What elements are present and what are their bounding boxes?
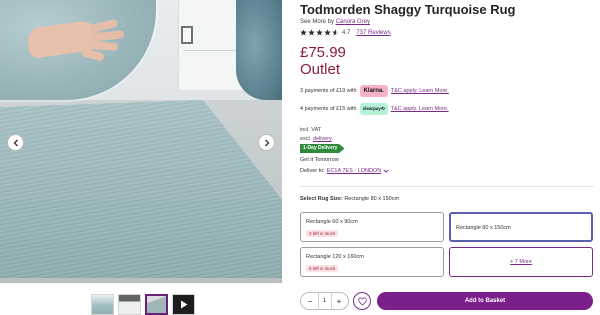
- vat-note: incl. VAT: [300, 127, 322, 133]
- size-option[interactable]: Rectangle 60 x 90cm 3 left in stock: [300, 212, 444, 242]
- play-icon: [181, 300, 188, 309]
- selected-size: Rectangle 80 x 150cm: [344, 196, 400, 202]
- rating-score: 4.7: [342, 29, 351, 36]
- clearpay-learn-more-link[interactable]: T&C apply. Learn More.: [391, 106, 449, 112]
- next-image-button[interactable]: [258, 134, 275, 151]
- quantity-value[interactable]: 1: [317, 292, 332, 310]
- more-sizes-label: + 7 More: [510, 259, 532, 265]
- klarna-text: 3 payments of £19 with: [300, 88, 357, 94]
- thumbnail-strip: [91, 294, 195, 315]
- favourite-button[interactable]: [353, 292, 371, 310]
- see-more-prefix: See More by: [300, 19, 335, 25]
- chevron-right-icon: [264, 139, 269, 146]
- add-to-basket-button[interactable]: Add to Basket: [377, 292, 593, 310]
- product-title: Todmorden Shaggy Turquoise Rug: [300, 2, 516, 17]
- thumbnail-image-selected[interactable]: [145, 294, 168, 315]
- thumbnail-image[interactable]: [118, 294, 141, 315]
- klarna-payment-row: 3 payments of £19 with Klarna. T&C apply…: [300, 85, 449, 97]
- size-label: Select Rug Size:: [300, 196, 343, 202]
- stock-badge: 3 left in stock: [306, 230, 339, 237]
- postcode-link[interactable]: EC1A 7ES - LONDON: [327, 168, 381, 174]
- quantity-stepper: − 1 +: [300, 292, 349, 310]
- clearpay-logo: clearpay⟲: [359, 103, 388, 115]
- one-day-delivery-badge: 1-Day Delivery: [300, 144, 345, 153]
- star-half-icon: [332, 29, 339, 36]
- increase-quantity-button[interactable]: +: [335, 297, 343, 306]
- size-option-name: Rectangle 120 x 160cm: [306, 254, 364, 260]
- size-option[interactable]: Rectangle 120 x 160cm 8 left in stock: [300, 247, 444, 277]
- product-main-image[interactable]: [0, 0, 282, 283]
- brand-link[interactable]: Canora Grey: [336, 19, 370, 25]
- decrease-quantity-button[interactable]: −: [306, 297, 314, 306]
- section-divider: [300, 186, 594, 187]
- excl-prefix: excl.: [300, 136, 312, 142]
- deliver-to-prefix: Deliver to:: [300, 168, 325, 174]
- delivery-estimate: Get it Tomorrow: [300, 157, 339, 163]
- thumbnail-video[interactable]: [172, 294, 195, 315]
- chevron-down-icon[interactable]: [383, 168, 389, 174]
- reviews-link[interactable]: 737 Reviews: [356, 30, 390, 36]
- brand-line: See More by Canora Grey: [300, 19, 370, 25]
- photo-chair: [236, 0, 282, 100]
- star-full-icon: [324, 29, 331, 36]
- outlet-label: Outlet: [300, 61, 341, 78]
- clearpay-text: 4 payments of £15 with: [300, 106, 357, 112]
- deliver-to-row: Deliver to: EC1A 7ES - LONDON: [300, 168, 389, 174]
- size-option-name: Rectangle 80 x 150cm: [456, 225, 511, 231]
- size-option-name: Rectangle 60 x 90cm: [306, 219, 358, 225]
- klarna-logo: Klarna.: [359, 85, 388, 97]
- photo-finger: [81, 48, 105, 62]
- heart-icon: [357, 296, 367, 305]
- stock-badge: 8 left in stock: [306, 265, 339, 272]
- clearpay-payment-row: 4 payments of £15 with clearpay⟲ T&C app…: [300, 103, 449, 115]
- star-full-icon: [308, 29, 315, 36]
- size-option-selected[interactable]: Rectangle 80 x 150cm: [449, 212, 593, 242]
- klarna-learn-more-link[interactable]: T&C apply. Learn More.: [391, 88, 449, 94]
- delivery-link[interactable]: delivery: [313, 136, 332, 142]
- size-label-row: Select Rug Size: Rectangle 80 x 150cm: [300, 196, 399, 202]
- product-image-gallery: [0, 0, 282, 283]
- star-full-icon: [300, 29, 307, 36]
- previous-image-button[interactable]: [7, 134, 24, 151]
- more-sizes-button[interactable]: + 7 More: [449, 247, 593, 277]
- rating-row: 4.7 737 Reviews: [300, 29, 391, 36]
- product-price: £75.99: [300, 44, 346, 61]
- star-full-icon: [316, 29, 323, 36]
- excl-delivery-note: excl. delivery: [300, 136, 332, 142]
- photo-frame: [181, 26, 193, 44]
- chevron-left-icon: [13, 139, 18, 146]
- thumbnail-image[interactable]: [91, 294, 114, 315]
